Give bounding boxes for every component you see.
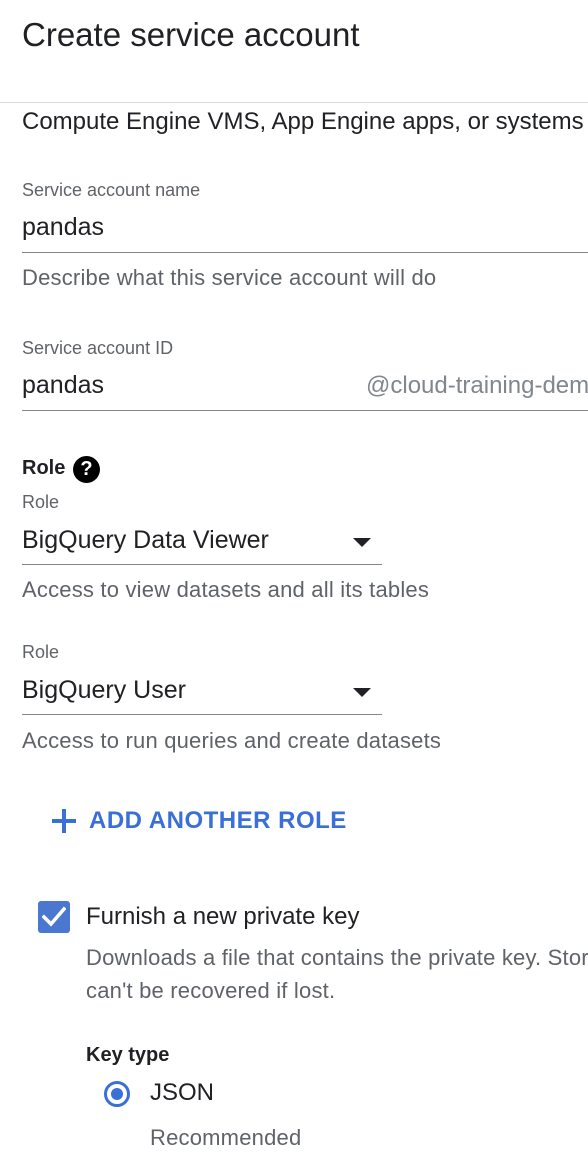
- service-account-id-input[interactable]: pandas: [22, 371, 104, 400]
- json-radio-button[interactable]: [104, 1081, 130, 1107]
- chevron-down-icon[interactable]: [353, 688, 371, 697]
- key-type-title: Key type: [86, 1044, 170, 1066]
- private-key-description-line2: can't be recovered if lost.: [86, 978, 336, 1003]
- role-2-underline: [22, 714, 382, 715]
- intro-text: Compute Engine VMS, App Engine apps, or …: [22, 108, 584, 135]
- service-account-id-label: Service account ID: [22, 338, 174, 358]
- role-2-label: Role: [22, 642, 60, 662]
- service-account-id-domain-suffix: @cloud-training-demos.iam.gserviceaccoun…: [366, 372, 588, 399]
- json-recommended-note: Recommended: [150, 1125, 302, 1150]
- role-1-underline: [22, 564, 382, 565]
- header-divider: [0, 102, 588, 103]
- page-title: Create service account: [22, 16, 360, 53]
- role-1-description: Access to view datasets and all its tabl…: [22, 577, 430, 602]
- plus-icon[interactable]: [52, 809, 76, 833]
- help-circle-icon[interactable]: ?: [73, 456, 100, 483]
- role-1-label: Role: [22, 492, 60, 512]
- private-key-checkbox[interactable]: [38, 901, 70, 933]
- service-account-name-label: Service account name: [22, 180, 201, 200]
- private-key-label[interactable]: Furnish a new private key: [86, 903, 359, 931]
- role-section-title: Role: [22, 457, 66, 479]
- role-2-description: Access to run queries and create dataset…: [22, 728, 442, 753]
- role-1-select[interactable]: BigQuery Data Viewer: [22, 526, 269, 555]
- service-account-name-underline: [22, 252, 588, 253]
- service-account-id-underline: [22, 410, 588, 411]
- add-another-role-button[interactable]: ADD ANOTHER ROLE: [89, 807, 347, 835]
- service-account-name-input[interactable]: pandas: [22, 213, 104, 242]
- json-option-label[interactable]: JSON: [150, 1079, 214, 1107]
- radio-selected-dot: [111, 1088, 123, 1100]
- service-account-name-helper: Describe what this service account will …: [22, 265, 437, 290]
- role-2-select[interactable]: BigQuery User: [22, 676, 186, 705]
- private-key-description-line1: Downloads a file that contains the priva…: [86, 945, 588, 970]
- chevron-down-icon[interactable]: [353, 538, 371, 547]
- check-icon: [42, 906, 66, 927]
- create-service-account-page: Create service account Compute Engine VM…: [0, 0, 588, 1160]
